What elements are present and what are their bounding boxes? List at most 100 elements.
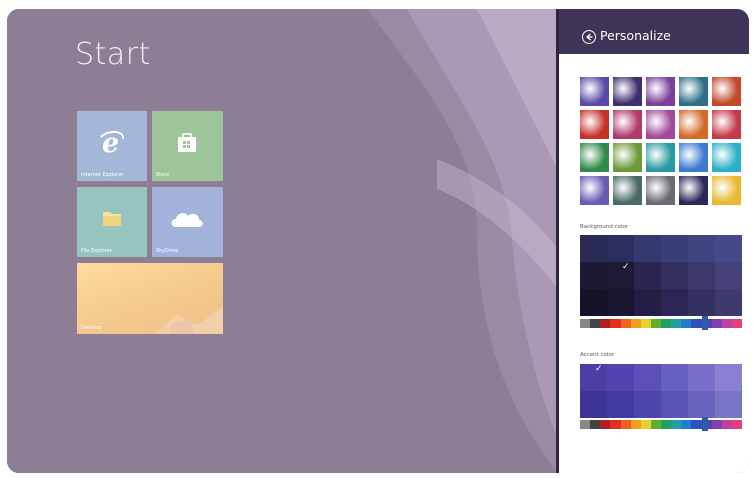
color-swatch[interactable]: ✓ bbox=[580, 364, 607, 391]
spectrum-segment bbox=[691, 420, 702, 429]
color-swatch[interactable] bbox=[661, 262, 688, 289]
spectrum-segment bbox=[671, 319, 682, 328]
background-pattern-tile[interactable] bbox=[679, 77, 708, 106]
background-pattern-tile[interactable] bbox=[580, 77, 609, 106]
color-swatch[interactable] bbox=[580, 262, 607, 289]
background-color-slider[interactable] bbox=[580, 319, 742, 328]
back-button[interactable] bbox=[582, 30, 596, 44]
background-pattern-tile[interactable] bbox=[712, 110, 741, 139]
color-swatch[interactable] bbox=[661, 364, 688, 391]
background-pattern-tile[interactable] bbox=[580, 110, 609, 139]
tile-label: File Explorer bbox=[81, 248, 112, 254]
tile-store[interactable]: Store bbox=[152, 111, 223, 181]
color-swatch[interactable] bbox=[688, 235, 715, 262]
tile-label: Store bbox=[156, 172, 170, 178]
tile-skydrive[interactable]: SkyDrive bbox=[152, 187, 223, 257]
accent-slider-handle[interactable] bbox=[702, 417, 708, 431]
spectrum-segment bbox=[640, 420, 651, 429]
background-pattern-tile[interactable] bbox=[646, 143, 675, 172]
pane-title: Personalize bbox=[600, 28, 671, 43]
color-swatch[interactable] bbox=[688, 391, 715, 418]
background-pattern-tile[interactable] bbox=[613, 110, 642, 139]
start-screen: Start e Internet Explorer Store File Exp… bbox=[7, 9, 558, 473]
spectrum-segment bbox=[681, 319, 692, 328]
color-swatch[interactable] bbox=[580, 391, 607, 418]
color-swatch[interactable] bbox=[607, 235, 634, 262]
spectrum-segment bbox=[590, 420, 601, 429]
color-swatch[interactable] bbox=[607, 391, 634, 418]
background-pattern-tile[interactable] bbox=[646, 110, 675, 139]
tile-file-explorer[interactable]: File Explorer bbox=[77, 187, 147, 257]
tile-desktop[interactable]: Desktop bbox=[77, 263, 223, 334]
spectrum-segment bbox=[580, 319, 591, 328]
background-slider-handle[interactable] bbox=[702, 316, 708, 330]
tile-label: SkyDrive bbox=[156, 248, 179, 254]
background-pattern-tile[interactable] bbox=[679, 176, 708, 205]
color-swatch[interactable] bbox=[634, 364, 661, 391]
spectrum-segment bbox=[661, 420, 672, 429]
spectrum-segment bbox=[650, 319, 661, 328]
spectrum-segment bbox=[671, 420, 682, 429]
background-color-grid: ✓ bbox=[580, 235, 742, 316]
pane-header: Personalize bbox=[556, 9, 749, 54]
color-swatch[interactable] bbox=[634, 391, 661, 418]
accent-color-label: Accent color bbox=[580, 352, 615, 358]
background-pattern-tile[interactable] bbox=[712, 77, 741, 106]
back-arrow-icon bbox=[586, 33, 593, 41]
background-pattern-tile[interactable] bbox=[646, 176, 675, 205]
spectrum-segment bbox=[640, 319, 651, 328]
folder-icon bbox=[103, 212, 121, 226]
color-swatch[interactable] bbox=[715, 391, 742, 418]
color-swatch[interactable] bbox=[661, 235, 688, 262]
color-swatch[interactable] bbox=[715, 364, 742, 391]
background-pattern-tile[interactable] bbox=[712, 143, 741, 172]
color-swatch[interactable] bbox=[715, 235, 742, 262]
background-pattern-tile[interactable] bbox=[679, 110, 708, 139]
spectrum-segment bbox=[630, 319, 641, 328]
spectrum-segment bbox=[731, 420, 742, 429]
background-pattern-tile[interactable] bbox=[712, 176, 741, 205]
store-icon bbox=[178, 133, 196, 152]
color-swatch[interactable] bbox=[661, 289, 688, 316]
color-swatch[interactable]: ✓ bbox=[607, 262, 634, 289]
color-swatch[interactable] bbox=[715, 289, 742, 316]
color-swatch[interactable] bbox=[688, 262, 715, 289]
color-swatch[interactable] bbox=[580, 289, 607, 316]
spectrum-segment bbox=[600, 319, 611, 328]
color-swatch[interactable] bbox=[688, 364, 715, 391]
tile-label: Internet Explorer bbox=[81, 172, 124, 178]
spectrum-segment bbox=[650, 420, 661, 429]
tile-label: Desktop bbox=[81, 325, 102, 331]
spectrum-segment bbox=[610, 420, 621, 429]
spectrum-segment bbox=[580, 420, 591, 429]
background-pattern-tile[interactable] bbox=[613, 143, 642, 172]
selected-checkmark-icon: ✓ bbox=[595, 364, 603, 374]
color-swatch[interactable] bbox=[715, 262, 742, 289]
background-pattern-tile[interactable] bbox=[679, 143, 708, 172]
color-swatch[interactable] bbox=[688, 289, 715, 316]
spectrum-segment bbox=[630, 420, 641, 429]
background-pattern-tile[interactable] bbox=[580, 176, 609, 205]
color-swatch[interactable] bbox=[607, 289, 634, 316]
background-pattern-tile[interactable] bbox=[580, 143, 609, 172]
background-pattern-tile[interactable] bbox=[646, 77, 675, 106]
background-pattern-tile[interactable] bbox=[613, 77, 642, 106]
personalize-pane: Personalize Background color ✓ Accent co… bbox=[556, 9, 749, 473]
color-swatch[interactable] bbox=[607, 364, 634, 391]
spectrum-segment bbox=[721, 420, 732, 429]
spectrum-segment bbox=[691, 319, 702, 328]
background-color-label: Background color bbox=[580, 224, 629, 230]
spectrum-segment bbox=[600, 420, 611, 429]
spectrum-segment bbox=[620, 420, 631, 429]
color-swatch[interactable] bbox=[580, 235, 607, 262]
accent-color-slider[interactable] bbox=[580, 420, 742, 429]
tile-internet-explorer[interactable]: e Internet Explorer bbox=[77, 111, 147, 181]
background-pattern-tile[interactable] bbox=[613, 176, 642, 205]
color-swatch[interactable] bbox=[634, 262, 661, 289]
color-swatch[interactable] bbox=[661, 391, 688, 418]
color-swatch[interactable] bbox=[634, 235, 661, 262]
spectrum-segment bbox=[721, 319, 732, 328]
spectrum-segment bbox=[661, 319, 672, 328]
start-title: Start bbox=[75, 37, 151, 72]
color-swatch[interactable] bbox=[634, 289, 661, 316]
